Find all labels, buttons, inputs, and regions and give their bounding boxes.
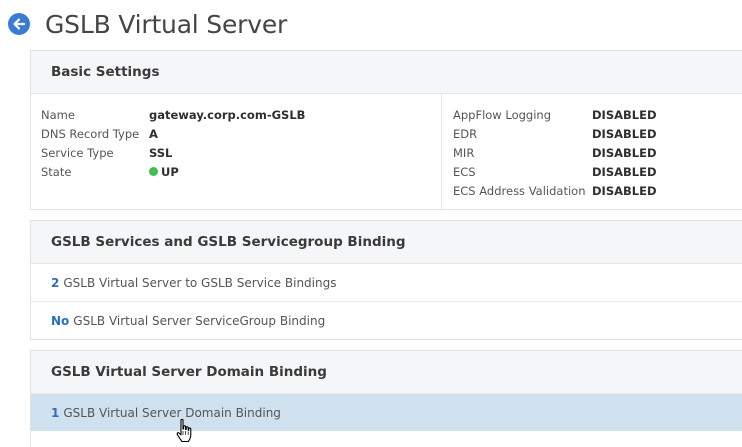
setting-value: DISABLED xyxy=(592,184,657,198)
binding-count-link[interactable]: No xyxy=(51,314,69,328)
domain-binding-header[interactable]: GSLB Virtual Server Domain Binding xyxy=(31,351,742,394)
setting-value: DISABLED xyxy=(592,127,657,141)
status-dot-icon xyxy=(149,167,158,176)
basic-settings-header[interactable]: Basic Settings xyxy=(31,51,742,94)
basic-settings-body: Name gateway.corp.com-GSLB DNS Record Ty… xyxy=(31,94,742,209)
state-value: UP xyxy=(149,163,179,182)
arrow-left-icon xyxy=(13,18,26,30)
domain-binding-panel: GSLB Virtual Server Domain Binding 1 GSL… xyxy=(30,350,742,447)
setting-label: DNS Record Type xyxy=(41,127,140,141)
service-bindings-row[interactable]: 2 GSLB Virtual Server to GSLB Service Bi… xyxy=(31,264,742,302)
setting-value: A xyxy=(149,127,158,141)
back-button[interactable] xyxy=(8,13,30,35)
setting-label: EDR xyxy=(453,127,478,141)
setting-value: SSL xyxy=(149,146,173,160)
services-binding-header[interactable]: GSLB Services and GSLB Servicegroup Bind… xyxy=(31,221,742,264)
binding-label: GSLB Virtual Server to GSLB Service Bind… xyxy=(63,275,337,290)
basic-settings-panel: Basic Settings Name gateway.corp.com-GSL… xyxy=(30,50,742,210)
column-divider xyxy=(441,94,442,209)
setting-label: AppFlow Logging xyxy=(453,108,551,122)
setting-label: Service Type xyxy=(41,146,114,160)
state-text: UP xyxy=(161,165,179,179)
domain-binding-row[interactable]: 1 GSLB Virtual Server Domain Binding xyxy=(31,394,742,431)
setting-value: DISABLED xyxy=(592,146,657,160)
setting-label: Name xyxy=(41,108,75,122)
page-title: GSLB Virtual Server xyxy=(45,9,288,39)
page-header: GSLB Virtual Server xyxy=(8,6,287,42)
setting-label: ECS Address Validation xyxy=(453,184,586,198)
binding-label: GSLB Virtual Server Domain Binding xyxy=(63,405,281,420)
setting-label: MIR xyxy=(453,146,475,160)
binding-label: GSLB Virtual Server ServiceGroup Binding xyxy=(73,314,326,328)
setting-value: DISABLED xyxy=(592,165,657,179)
services-binding-panel: GSLB Services and GSLB Servicegroup Bind… xyxy=(30,220,742,340)
binding-count-link[interactable]: 2 xyxy=(51,276,59,290)
setting-label: State xyxy=(41,165,72,179)
setting-label: ECS xyxy=(453,165,476,179)
setting-value: DISABLED xyxy=(592,108,657,122)
servicegroup-binding-row[interactable]: No GSLB Virtual Server ServiceGroup Bind… xyxy=(31,302,742,340)
setting-value: gateway.corp.com-GSLB xyxy=(149,108,306,122)
binding-count-link[interactable]: 1 xyxy=(51,406,59,420)
